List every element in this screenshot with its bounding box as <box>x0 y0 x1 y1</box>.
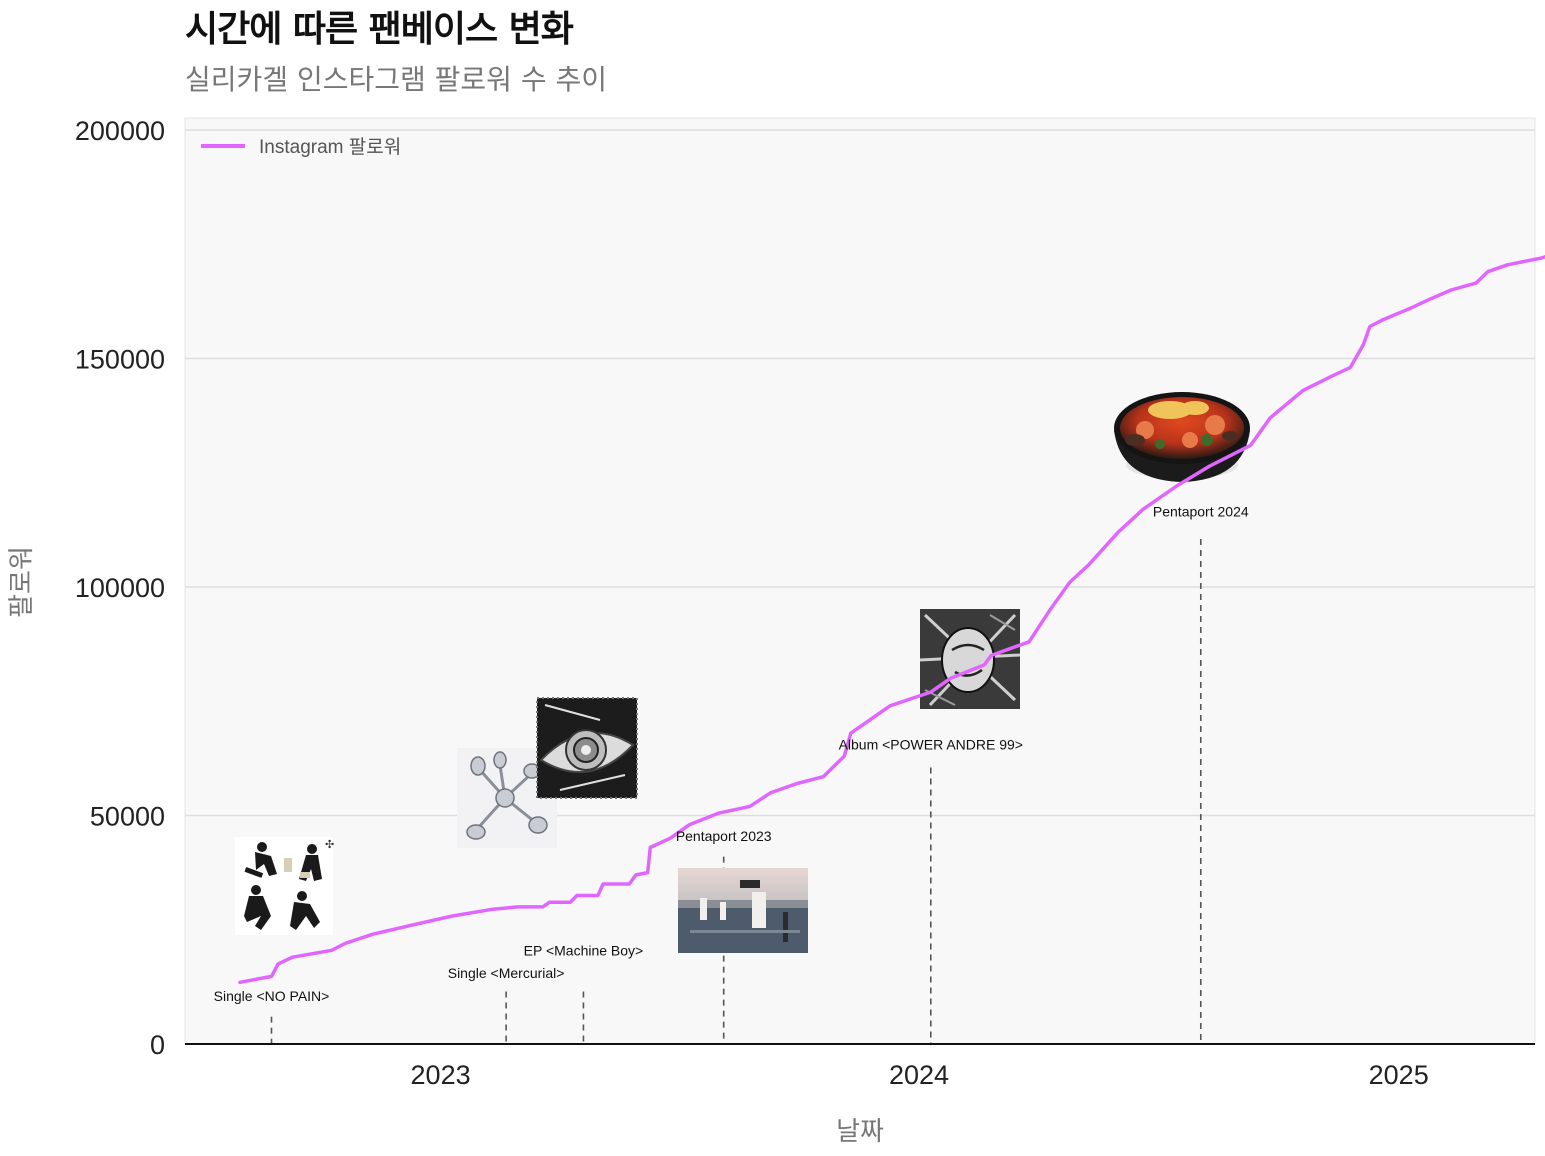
x-tick-label: 2023 <box>411 1060 471 1090</box>
legend-label: Instagram 팔로워 <box>259 136 401 158</box>
y-tick-label: 100000 <box>75 573 165 603</box>
event-label: Single <Mercurial> <box>448 965 565 981</box>
event-label: Album <POWER ANDRE 99> <box>839 737 1023 753</box>
y-tick-label: 150000 <box>75 345 165 375</box>
event-label: Single <NO PAIN> <box>214 988 330 1004</box>
pentaport-2023-photo <box>678 868 808 953</box>
svg-text:✣: ✣ <box>325 838 334 851</box>
album-power-andre-99-cover <box>919 609 1021 709</box>
x-axis-title: 날짜 <box>836 1117 884 1147</box>
event-label: Pentaport 2024 <box>1153 504 1249 520</box>
event-label: EP <Machine Boy> <box>524 942 644 958</box>
plot-background <box>184 117 1536 1045</box>
y-axis-title: 팔로워 <box>7 546 37 618</box>
x-tick-label: 2024 <box>889 1060 949 1090</box>
ep-machine-boy-cover <box>536 697 638 799</box>
y-tick-label: 50000 <box>90 802 165 832</box>
y-tick-label: 0 <box>150 1030 165 1060</box>
x-tick-label: 2025 <box>1369 1060 1429 1090</box>
follower-line-chart: ✣ 0500001000001500002000002023 2024 2025… <box>7 116 1545 1147</box>
pentaport-2024-food-photo <box>1114 392 1250 482</box>
event-label: Pentaport 2023 <box>676 828 772 844</box>
y-tick-label: 200000 <box>75 116 165 146</box>
single-no-pain-cover: ✣ <box>235 837 334 935</box>
